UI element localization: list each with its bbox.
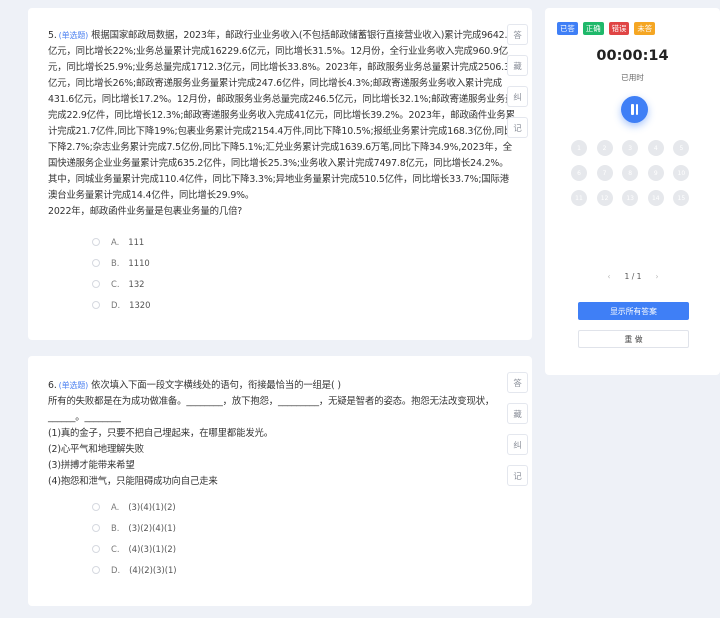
option-letter: C. bbox=[111, 543, 120, 554]
redo-button[interactable]: 重 做 bbox=[578, 330, 689, 348]
radio-circle[interactable] bbox=[92, 502, 100, 511]
radio-circle[interactable] bbox=[92, 544, 100, 553]
next-page-button[interactable]: › bbox=[653, 272, 661, 281]
legend-unanswered: 未答 bbox=[634, 22, 656, 35]
question-number-grid: 1 2 3 4 5 6 7 8 9 10 11 12 13 14 15 bbox=[571, 140, 690, 206]
question-number-button[interactable]: 7 bbox=[596, 165, 613, 181]
option-letter: D. bbox=[111, 299, 121, 310]
option-a[interactable]: A. (3)(4)(1)(2) bbox=[92, 496, 177, 517]
option-text: (3)(4)(1)(2) bbox=[128, 501, 176, 512]
question-type-tag: (单选题) bbox=[58, 381, 89, 390]
question-number: 6. bbox=[48, 380, 57, 391]
question-number-button[interactable]: 4 bbox=[647, 140, 664, 156]
option-b[interactable]: B. 1110 bbox=[92, 252, 150, 273]
elapsed-label: 已用时 bbox=[621, 73, 644, 82]
radio-circle[interactable] bbox=[92, 300, 100, 309]
report-error-button[interactable]: 纠 bbox=[507, 86, 528, 107]
radio-circle[interactable] bbox=[92, 279, 100, 288]
option-text: 1110 bbox=[128, 257, 150, 268]
answer-button[interactable]: 答 bbox=[507, 372, 528, 393]
pagination: ‹ 1 / 1 › bbox=[605, 272, 661, 281]
radio-circle[interactable] bbox=[92, 237, 100, 246]
question-5-tools: 答 藏 纠 记 bbox=[507, 24, 528, 148]
question-number: 5. bbox=[48, 30, 57, 41]
question-5-body: 5. (单选题) 根据国家邮政局数据，2023年，邮政行业业务收入(不包括邮政储蓄银… bbox=[48, 28, 516, 220]
option-a[interactable]: A. 111 bbox=[92, 231, 150, 252]
option-text: (4)(3)(1)(2) bbox=[128, 543, 176, 554]
answer-button[interactable]: 答 bbox=[507, 24, 528, 45]
option-text: 132 bbox=[128, 278, 145, 289]
statement-item: (4)抱怨和泄气，只能阻碍成功向自己走来 bbox=[48, 476, 218, 487]
question-number-button[interactable]: 12 bbox=[596, 190, 613, 206]
option-letter: B. bbox=[111, 257, 120, 268]
show-all-answers-button[interactable]: 显示所有答案 bbox=[578, 302, 689, 320]
options-list: A. 111 B. 1110 C. 132 D. 1320 bbox=[92, 231, 150, 315]
statement-item: (3)拼搏才能带来希望 bbox=[48, 460, 135, 471]
question-number-button[interactable]: 15 bbox=[673, 190, 690, 206]
question-number-button[interactable]: 2 bbox=[596, 140, 613, 156]
option-b[interactable]: B. (3)(2)(4)(1) bbox=[92, 517, 177, 538]
radio-circle[interactable] bbox=[92, 258, 100, 267]
option-text: 1320 bbox=[129, 299, 151, 310]
question-number-button[interactable]: 14 bbox=[647, 190, 664, 206]
legend-wrong: 错误 bbox=[608, 22, 630, 35]
option-text: 111 bbox=[128, 236, 145, 247]
question-6-tools: 答 藏 纠 记 bbox=[507, 372, 528, 496]
question-number-button[interactable]: 5 bbox=[673, 140, 690, 156]
elapsed-timer: 00:00:14 bbox=[596, 48, 669, 64]
legend-answered: 已答 bbox=[557, 22, 578, 35]
question-number-button[interactable]: 1 bbox=[571, 140, 587, 156]
question-card-5: 5. (单选题) 根据国家邮政局数据，2023年，邮政行业业务收入(不包括邮政储蓄银… bbox=[28, 8, 532, 340]
question-prompt: 2022年，邮政函件业务量是包裹业务量的几倍? bbox=[48, 206, 243, 217]
question-number-button[interactable]: 8 bbox=[622, 165, 639, 181]
option-letter: D. bbox=[111, 564, 121, 575]
note-button[interactable]: 记 bbox=[507, 117, 528, 138]
question-6-body: 6. (单选题) 依次填入下面一段文字横线处的语句，衔接最恰当的一组是( ) 所有的… bbox=[48, 378, 516, 490]
option-c[interactable]: C. (4)(3)(1)(2) bbox=[92, 538, 177, 559]
note-button[interactable]: 记 bbox=[507, 465, 528, 486]
question-number-button[interactable]: 3 bbox=[622, 140, 639, 156]
question-card-6: 6. (单选题) 依次填入下面一段文字横线处的语句，衔接最恰当的一组是( ) 所有的… bbox=[28, 356, 532, 606]
favorite-button[interactable]: 藏 bbox=[507, 403, 528, 424]
question-type-tag: (单选题) bbox=[58, 31, 89, 40]
question-number-button[interactable]: 13 bbox=[622, 190, 639, 206]
prev-page-button[interactable]: ‹ bbox=[605, 272, 613, 281]
question-number-button[interactable]: 9 bbox=[647, 165, 664, 181]
report-error-button[interactable]: 纠 bbox=[507, 434, 528, 455]
option-letter: A. bbox=[111, 236, 120, 247]
option-letter: B. bbox=[111, 522, 120, 533]
option-letter: C. bbox=[111, 278, 120, 289]
question-title: 依次填入下面一段文字横线处的语句，衔接最恰当的一组是( ) bbox=[91, 380, 341, 391]
radio-circle[interactable] bbox=[92, 523, 100, 532]
question-number-button[interactable]: 11 bbox=[571, 190, 587, 206]
option-text: (3)(2)(4)(1) bbox=[128, 522, 176, 533]
radio-circle[interactable] bbox=[92, 565, 100, 574]
answer-sheet-panel: 已答 正确 错误 未答 00:00:14 已用时 1 2 3 4 5 6 7 8… bbox=[545, 8, 720, 375]
option-letter: A. bbox=[111, 501, 120, 512]
question-stem: 根据国家邮政局数据，2023年，邮政行业业务收入(不包括邮政储蓄银行直接营业收入… bbox=[48, 30, 515, 201]
legend-correct: 正确 bbox=[582, 22, 604, 35]
page-indicator: 1 / 1 bbox=[624, 272, 642, 281]
pause-button[interactable] bbox=[621, 96, 648, 123]
statement-item: (1)真的金子，只要不把自己埋起来，在哪里都能发光。 bbox=[48, 428, 274, 439]
options-list: A. (3)(4)(1)(2) B. (3)(2)(4)(1) C. (4)(3)(1… bbox=[92, 496, 177, 580]
question-number-button[interactable]: 10 bbox=[673, 165, 690, 181]
option-d[interactable]: D. 1320 bbox=[92, 294, 150, 315]
favorite-button[interactable]: 藏 bbox=[507, 55, 528, 76]
status-legend: 已答 正确 错误 未答 bbox=[557, 22, 660, 35]
question-number-button[interactable]: 6 bbox=[571, 165, 587, 181]
question-passage: 所有的失败都是在为成功做准备。________，放下抱怨，_________，无… bbox=[48, 396, 495, 423]
statement-item: (2)心平气和地理解失败 bbox=[48, 444, 144, 455]
option-d[interactable]: D. (4)(2)(3)(1) bbox=[92, 559, 177, 580]
option-text: (4)(2)(3)(1) bbox=[129, 564, 177, 575]
option-c[interactable]: C. 132 bbox=[92, 273, 150, 294]
